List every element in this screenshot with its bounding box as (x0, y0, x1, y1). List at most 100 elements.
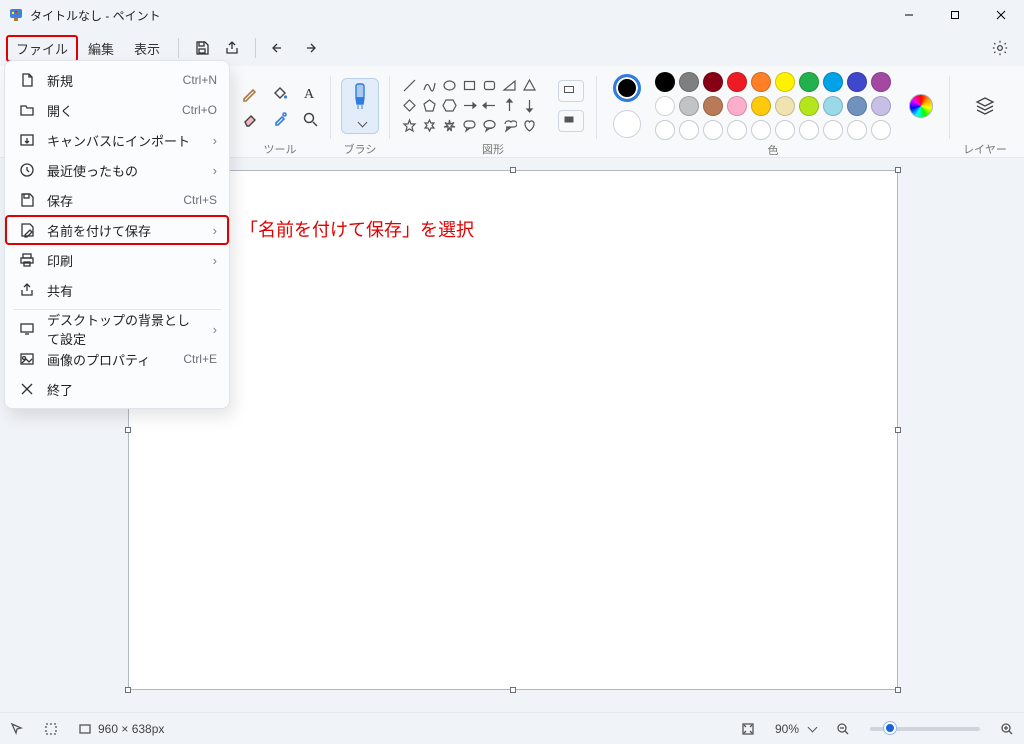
color-swatch[interactable] (823, 96, 843, 116)
color-swatch[interactable] (679, 96, 699, 116)
zoom-in-button[interactable] (1000, 722, 1014, 736)
ribbon-group-tools: A ツール (232, 68, 328, 157)
color-swatch[interactable] (703, 72, 723, 92)
ribbon-group-color: 色 (599, 68, 947, 157)
zoom-slider[interactable] (870, 727, 980, 731)
maximize-button[interactable] (932, 0, 978, 30)
resize-handle[interactable] (510, 687, 516, 693)
save-icon (19, 192, 35, 208)
color-swatch[interactable] (775, 120, 795, 140)
resize-handle[interactable] (895, 167, 901, 173)
chevron-right-icon: › (213, 322, 217, 337)
resize-handle[interactable] (125, 427, 131, 433)
settings-button[interactable] (982, 30, 1018, 66)
menu-item-save[interactable]: 保存 Ctrl+S (5, 185, 229, 215)
color-swatch[interactable] (655, 120, 675, 140)
save-as-icon (19, 222, 35, 238)
color-swatch[interactable] (847, 96, 867, 116)
color-swatch[interactable] (703, 120, 723, 140)
layers-button[interactable] (960, 95, 1010, 117)
color-swatch[interactable] (727, 96, 747, 116)
ribbon-group-brush: ブラシ (333, 68, 387, 157)
undo-icon[interactable] (264, 33, 294, 63)
picker-tool-icon[interactable] (270, 109, 290, 129)
color-swatch[interactable] (703, 96, 723, 116)
color-swatch[interactable] (799, 96, 819, 116)
edit-colors-button[interactable] (909, 94, 933, 118)
canvas-size-text: 960 × 638px (98, 722, 164, 736)
color-swatch[interactable] (823, 72, 843, 92)
pencil-tool-icon[interactable] (240, 83, 260, 103)
chevron-right-icon: › (213, 133, 217, 148)
color-swatch[interactable] (847, 72, 867, 92)
save-icon[interactable] (187, 33, 217, 63)
color1-swatch[interactable] (613, 74, 641, 102)
statusbar: 960 × 638px 90% (0, 712, 1024, 744)
color-palette-row3 (655, 120, 891, 140)
color-swatch[interactable] (847, 120, 867, 140)
menu-file[interactable]: ファイル (6, 35, 78, 62)
brush-dropdown[interactable] (341, 78, 379, 134)
chevron-down-icon (805, 722, 816, 736)
zoom-level-text: 90% (775, 722, 799, 736)
menu-view[interactable]: 表示 (124, 35, 170, 62)
menu-item-share[interactable]: 共有 (5, 275, 229, 305)
share-icon[interactable] (217, 33, 247, 63)
redo-icon[interactable] (294, 33, 324, 63)
menu-item-open[interactable]: 開く Ctrl+O (5, 95, 229, 125)
color2-swatch[interactable] (613, 110, 641, 138)
color-swatch[interactable] (655, 96, 675, 116)
shapes-gallery[interactable] (400, 77, 538, 135)
color-swatch[interactable] (727, 72, 747, 92)
resize-handle[interactable] (125, 687, 131, 693)
color-swatch[interactable] (775, 72, 795, 92)
color-swatch[interactable] (655, 72, 675, 92)
chevron-right-icon: › (213, 163, 217, 178)
color-swatch[interactable] (799, 120, 819, 140)
chevron-right-icon: › (213, 223, 217, 238)
color-swatch[interactable] (751, 120, 771, 140)
properties-icon (19, 351, 35, 367)
file-icon (19, 72, 35, 88)
color-swatch[interactable] (871, 72, 891, 92)
canvas[interactable] (128, 170, 898, 690)
menu-item-recent[interactable]: 最近使ったもの › (5, 155, 229, 185)
menu-item-save-as[interactable]: 名前を付けて保存 › (5, 215, 229, 245)
resize-handle[interactable] (895, 427, 901, 433)
color-swatch[interactable] (871, 120, 891, 140)
color-swatch[interactable] (823, 120, 843, 140)
minimize-button[interactable] (886, 0, 932, 30)
clock-icon (19, 162, 35, 178)
menu-item-new[interactable]: 新規 Ctrl+N (5, 65, 229, 95)
menu-item-exit[interactable]: 終了 (5, 374, 229, 404)
magnifier-tool-icon[interactable] (300, 109, 320, 129)
color-swatch[interactable] (679, 120, 699, 140)
eraser-tool-icon[interactable] (240, 109, 260, 129)
menu-item-set-background[interactable]: デスクトップの背景として設定 › (5, 314, 229, 344)
color-swatch[interactable] (727, 120, 747, 140)
shape-fill-dropdown[interactable] (558, 110, 584, 132)
shape-outline-dropdown[interactable] (558, 80, 584, 102)
color-swatch[interactable] (679, 72, 699, 92)
menu-item-print[interactable]: 印刷 › (5, 245, 229, 275)
zoom-out-button[interactable] (836, 722, 850, 736)
cursor-position (10, 722, 24, 736)
slider-knob[interactable] (884, 722, 896, 734)
resize-handle[interactable] (895, 687, 901, 693)
resize-handle[interactable] (510, 167, 516, 173)
color-swatch[interactable] (871, 96, 891, 116)
ribbon-label-shapes: 図形 (482, 139, 504, 155)
menu-item-import[interactable]: キャンバスにインポート › (5, 125, 229, 155)
menu-item-properties[interactable]: 画像のプロパティ Ctrl+E (5, 344, 229, 374)
text-tool-icon[interactable]: A (300, 83, 320, 103)
color-swatch[interactable] (751, 72, 771, 92)
color-swatch[interactable] (799, 72, 819, 92)
menu-edit[interactable]: 編集 (78, 35, 124, 62)
color-swatch[interactable] (775, 96, 795, 116)
zoom-level[interactable]: 90% (775, 722, 816, 736)
color-swatch[interactable] (751, 96, 771, 116)
close-icon (19, 381, 35, 397)
fit-to-window-button[interactable] (741, 722, 755, 736)
close-button[interactable] (978, 0, 1024, 30)
fill-tool-icon[interactable] (270, 83, 290, 103)
